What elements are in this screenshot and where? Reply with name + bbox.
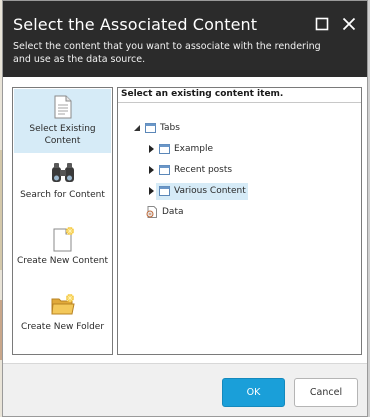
- nav-item-label: Search for Content: [20, 190, 105, 200]
- dialog-subtitle: Select the content that you want to asso…: [13, 41, 321, 65]
- dialog-body: Select Existing Content Search for Conte…: [3, 77, 367, 363]
- new-document-icon: [50, 226, 76, 252]
- expanded-triangle-icon[interactable]: [132, 123, 142, 133]
- maximize-icon: [315, 17, 329, 31]
- tree-node-box: Data: [144, 204, 186, 221]
- collapsed-triangle-icon[interactable]: [146, 144, 156, 154]
- nav-item-label: Create New Content: [16, 256, 109, 266]
- binoculars-icon: [50, 160, 76, 186]
- cancel-button[interactable]: Cancel: [294, 378, 358, 407]
- nav-create-new-content[interactable]: Create New Content: [14, 221, 111, 285]
- ok-button[interactable]: OK: [222, 378, 285, 407]
- nav-select-existing-content[interactable]: Select Existing Content: [14, 89, 111, 153]
- tree-node-tabs[interactable]: Tabs: [132, 119, 182, 137]
- content-tree-header: Select an existing content item.: [118, 88, 361, 103]
- close-icon: [342, 17, 356, 31]
- nav-create-new-folder[interactable]: Create New Folder: [14, 287, 111, 351]
- dialog-title: Select the Associated Content: [13, 15, 258, 34]
- data-item-icon: [146, 206, 158, 218]
- content-source-nav: Select Existing Content Search for Conte…: [12, 87, 113, 355]
- tree-node-label: Example: [174, 144, 214, 154]
- tree-node-label: Various Content: [174, 186, 246, 196]
- close-button[interactable]: [340, 15, 358, 33]
- document-icon: [50, 94, 76, 120]
- tree-node-label: Data: [162, 207, 184, 217]
- tree-node-recent-posts[interactable]: Recent posts: [146, 161, 234, 179]
- collapsed-triangle-icon[interactable]: [146, 165, 156, 175]
- nav-search-for-content[interactable]: Search for Content: [14, 155, 111, 219]
- tab-template-icon: [144, 122, 156, 134]
- tree-node-data[interactable]: Data: [144, 203, 186, 221]
- tree-node-box: Recent posts: [156, 162, 234, 179]
- tree-node-label: Recent posts: [174, 165, 233, 175]
- content-tree-header-label: Select an existing content item.: [121, 89, 284, 99]
- nav-item-label: Select Existing Content: [29, 124, 96, 146]
- tree-node-various-content[interactable]: Various Content: [146, 182, 248, 200]
- tree-node-box: Various Content: [156, 182, 248, 200]
- tree-node-box: Example: [156, 141, 215, 158]
- tab-template-icon: [158, 164, 170, 176]
- tree-node-label: Tabs: [160, 123, 180, 133]
- maximize-button[interactable]: [313, 15, 331, 33]
- tab-template-icon: [158, 143, 170, 155]
- dialog-header: Select the Associated Content Select the…: [3, 1, 367, 77]
- dialog-footer: OK Cancel: [3, 363, 367, 416]
- tab-template-icon: [158, 185, 170, 197]
- content-tree-panel: Select an existing content item. Tabs Ex…: [117, 87, 362, 355]
- tree-node-example[interactable]: Example: [146, 140, 215, 158]
- nav-item-label: Create New Folder: [20, 322, 105, 332]
- select-associated-content-dialog: Select the Associated Content Select the…: [2, 0, 368, 417]
- tree-node-box: Tabs: [142, 120, 182, 137]
- new-folder-icon: [50, 292, 76, 318]
- collapsed-triangle-icon[interactable]: [146, 186, 156, 196]
